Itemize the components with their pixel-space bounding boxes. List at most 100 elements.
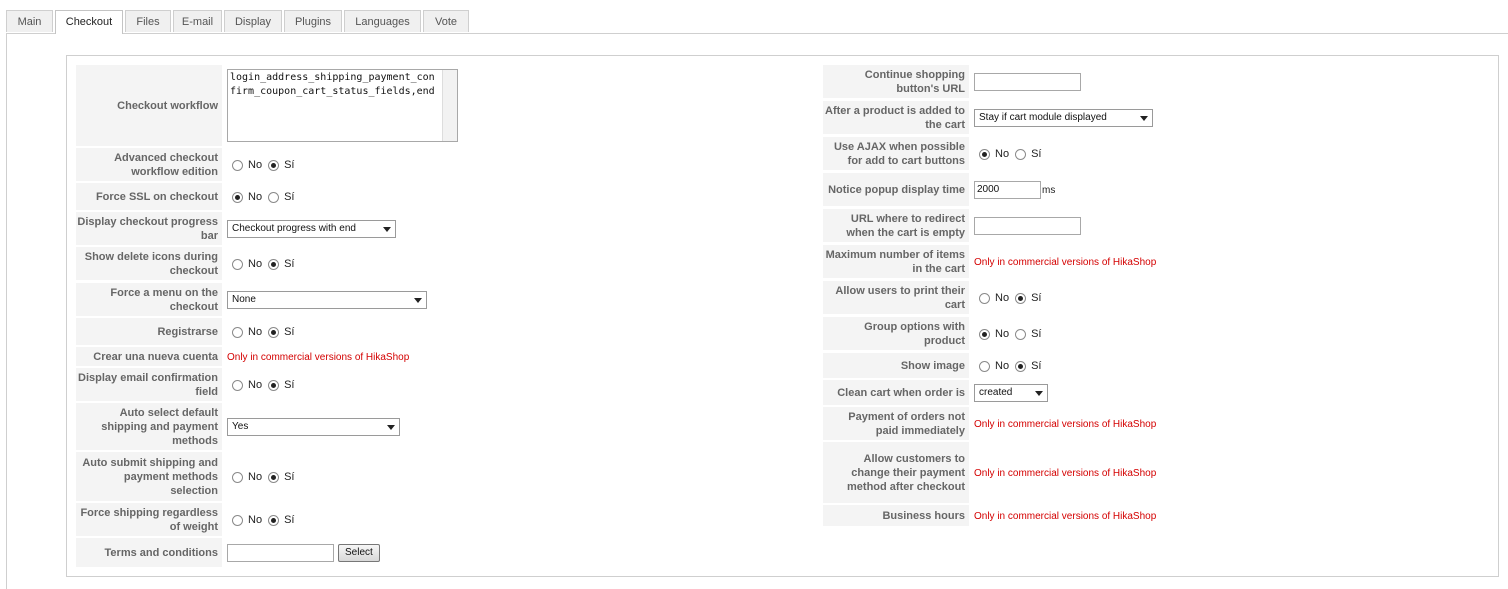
radio-circle[interactable] — [232, 159, 243, 171]
radio-circle[interactable] — [232, 514, 243, 526]
crear-cuenta-value: Only in commercial versions of HikaShop — [227, 347, 409, 367]
radio-circle[interactable] — [1015, 292, 1027, 304]
radio-yes[interactable]: Sí — [268, 258, 294, 270]
auto-submit-radios: No Sí — [232, 452, 300, 502]
commercial-note: Only in commercial versions of HikaShop — [227, 351, 410, 363]
row-payment-not-paid: Payment of orders not paid immediately O… — [823, 407, 1223, 441]
tab-display[interactable]: Display — [224, 10, 282, 32]
use-ajax-radios: No Sí — [979, 137, 1047, 171]
radio-yes[interactable]: Sí — [1015, 328, 1041, 340]
radio-circle[interactable] — [232, 471, 243, 483]
radio-circle[interactable] — [268, 258, 280, 270]
advanced-workflow-radios: No Sí — [232, 148, 300, 182]
label-show-image: Show image — [823, 353, 969, 379]
row-auto-submit: Auto submit shipping and payment methods… — [76, 452, 476, 502]
chevron-down-icon — [1140, 116, 1148, 121]
radio-circle[interactable] — [268, 326, 280, 338]
radio-circle[interactable] — [1015, 148, 1027, 160]
radio-yes[interactable]: Sí — [268, 326, 294, 338]
auto-select-select[interactable]: Yes — [227, 418, 400, 436]
radio-label: Sí — [284, 191, 295, 203]
radio-yes[interactable]: Sí — [1015, 360, 1041, 372]
label-progress-bar: Display checkout progress bar — [76, 212, 222, 246]
group-options-radios: No Sí — [979, 317, 1047, 351]
label-force-ssl: Force SSL on checkout — [76, 183, 222, 211]
radio-circle[interactable] — [268, 514, 280, 526]
tab-checkout[interactable]: Checkout — [55, 10, 123, 34]
radio-circle[interactable] — [268, 379, 280, 391]
radio-circle[interactable] — [232, 379, 243, 391]
select-value: Stay if cart module displayed — [979, 112, 1107, 123]
clean-cart-select[interactable]: created — [974, 384, 1048, 402]
radio-circle[interactable] — [979, 328, 990, 340]
row-redirect-empty: URL where to redirect when the cart is e… — [823, 209, 1223, 243]
force-menu-select[interactable]: None — [227, 291, 427, 309]
checkout-workflow-textarea[interactable]: login_address_shipping_payment_confirm_c… — [227, 69, 458, 142]
radio-circle[interactable] — [232, 258, 243, 270]
continue-url-input[interactable] — [974, 73, 1081, 91]
tab-files[interactable]: Files — [125, 10, 171, 32]
radio-circle[interactable] — [232, 326, 243, 338]
terms-input[interactable] — [227, 544, 334, 562]
radio-no[interactable]: No — [232, 191, 262, 203]
tab-languages[interactable]: Languages — [344, 10, 421, 32]
select-button[interactable]: Select — [338, 544, 380, 562]
radio-yes[interactable]: Sí — [1015, 292, 1041, 304]
radio-yes[interactable]: Sí — [268, 191, 294, 203]
select-value: created — [979, 387, 1013, 398]
tab-main[interactable]: Main — [6, 10, 53, 32]
registrarse-radios: No Sí — [232, 318, 300, 346]
radio-circle[interactable] — [232, 191, 243, 203]
radio-yes[interactable]: Sí — [1015, 148, 1041, 160]
radio-no[interactable]: No — [232, 159, 262, 171]
tab-plugins[interactable]: Plugins — [284, 10, 342, 32]
label-popup-time: Notice popup display time — [823, 173, 969, 207]
radio-circle[interactable] — [268, 191, 280, 203]
radio-label: No — [995, 360, 1010, 372]
radio-circle[interactable] — [1015, 360, 1027, 372]
radio-label: No — [995, 292, 1010, 304]
radio-yes[interactable]: Sí — [268, 514, 294, 526]
radio-circle[interactable] — [979, 360, 990, 372]
textarea-scrollbar[interactable] — [442, 70, 457, 141]
email-confirm-radios: No Sí — [232, 368, 300, 402]
after-add-select[interactable]: Stay if cart module displayed — [974, 109, 1153, 127]
progress-bar-select[interactable]: Checkout progress with end — [227, 220, 396, 238]
radio-circle[interactable] — [979, 148, 990, 160]
after-add-value: Stay if cart module displayed — [974, 101, 1153, 135]
show-image-radios: No Sí — [979, 353, 1047, 379]
radio-no[interactable]: No — [979, 292, 1009, 304]
row-popup-time: Notice popup display time 2000 ms — [823, 173, 1223, 207]
popup-time-value: 2000 ms — [974, 173, 1055, 207]
radio-no[interactable]: No — [979, 360, 1009, 372]
radio-yes[interactable]: Sí — [268, 471, 294, 483]
radio-circle[interactable] — [268, 471, 280, 483]
tab-email[interactable]: E-mail — [173, 10, 222, 32]
label-force-menu: Force a menu on the checkout — [76, 283, 222, 317]
tab-vote[interactable]: Vote — [423, 10, 469, 32]
label-auto-select: Auto select default shipping and payment… — [76, 403, 222, 451]
radio-circle[interactable] — [268, 159, 280, 171]
radio-no[interactable]: No — [232, 379, 262, 391]
radio-no[interactable]: No — [232, 514, 262, 526]
redirect-empty-input[interactable] — [974, 217, 1081, 235]
radio-no[interactable]: No — [979, 328, 1009, 340]
popup-time-input[interactable]: 2000 — [974, 181, 1041, 199]
auto-select-value: Yes — [227, 403, 400, 451]
radio-no[interactable]: No — [232, 471, 262, 483]
chevron-down-icon — [1035, 391, 1043, 396]
radio-circle[interactable] — [1015, 328, 1027, 340]
radio-yes[interactable]: Sí — [268, 379, 294, 391]
radio-yes[interactable]: Sí — [268, 159, 294, 171]
commercial-note: Only in commercial versions of HikaShop — [974, 256, 1157, 268]
radio-no[interactable]: No — [979, 148, 1009, 160]
radio-no[interactable]: No — [232, 258, 262, 270]
label-terms: Terms and conditions — [76, 538, 222, 568]
radio-no[interactable]: No — [232, 326, 262, 338]
change-payment-value: Only in commercial versions of HikaShop — [974, 442, 1156, 504]
radio-label: Sí — [284, 379, 295, 391]
label-use-ajax: Use AJAX when possible for add to cart b… — [823, 137, 969, 171]
radio-circle[interactable] — [979, 292, 990, 304]
row-clean-cart: Clean cart when order is created — [823, 380, 1223, 406]
label-group-options: Group options with product — [823, 317, 969, 351]
